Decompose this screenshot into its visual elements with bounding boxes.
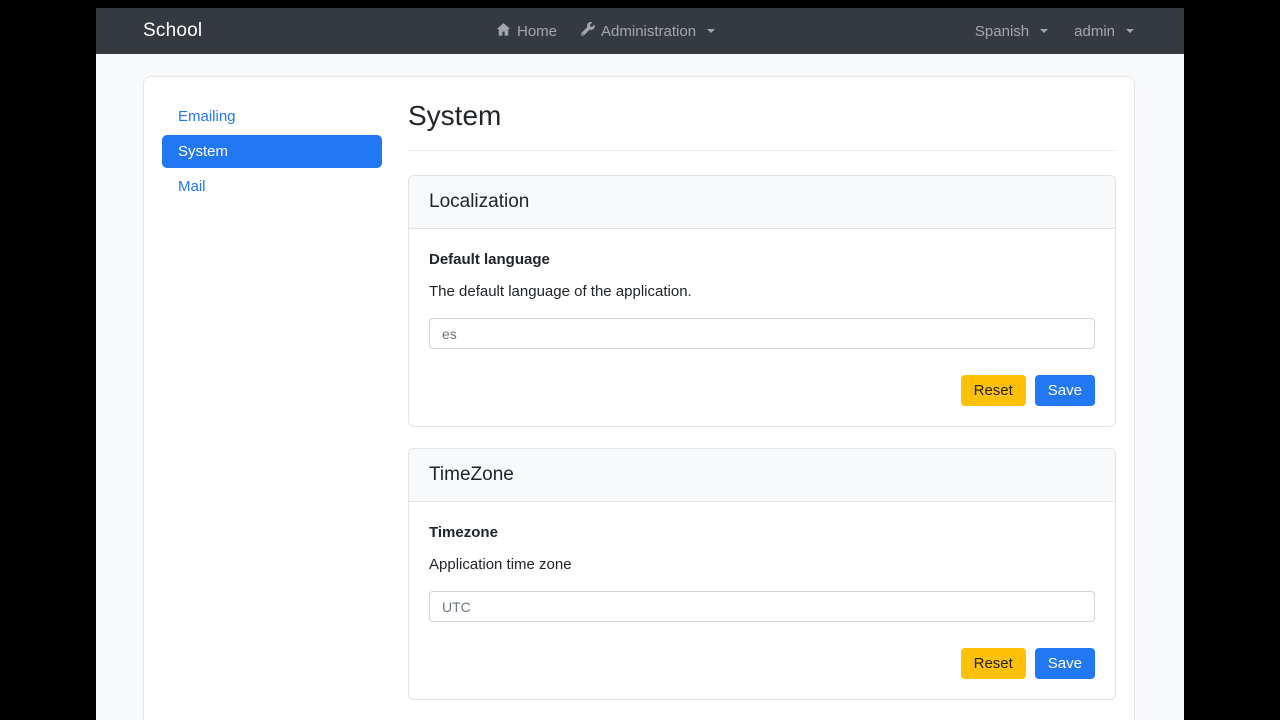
sidebar-item-emailing[interactable]: Emailing — [162, 100, 382, 133]
chevron-down-icon — [707, 29, 716, 33]
nav-home-label: Home — [517, 22, 558, 40]
reset-button[interactable]: Reset — [960, 375, 1026, 406]
navbar-right: Spanish admin — [975, 8, 1134, 54]
localization-actions: Reset Save — [429, 375, 1095, 406]
nav-administration-label: Administration — [601, 22, 697, 40]
chevron-down-icon — [1040, 29, 1049, 33]
language-dropdown[interactable]: Spanish — [974, 22, 1049, 40]
localization-card-header: Localization — [409, 176, 1115, 229]
default-language-description: The default language of the application. — [429, 283, 692, 300]
brand-link[interactable]: School — [143, 20, 202, 42]
nav-administration-dropdown[interactable]: Administration — [581, 22, 716, 40]
nav-home-link[interactable]: Home — [496, 22, 557, 41]
browser-viewport: School Home Administration Spanish admin… — [96, 8, 1184, 720]
sidebar-item-mail[interactable]: Mail — [162, 170, 382, 203]
timezone-description: Application time zone — [429, 556, 572, 573]
page-title: System — [408, 100, 502, 131]
home-icon — [496, 22, 511, 41]
timezone-input[interactable] — [429, 591, 1095, 622]
reset-button[interactable]: Reset — [960, 648, 1026, 679]
user-dropdown-label: admin — [1074, 22, 1115, 40]
localization-card-body: Default language The default language of… — [409, 229, 1115, 426]
timezone-label: Timezone — [429, 524, 498, 541]
user-dropdown[interactable]: admin — [1074, 23, 1134, 40]
language-dropdown-label: Spanish — [974, 22, 1030, 40]
top-navbar: School Home Administration Spanish admin — [96, 8, 1184, 54]
sidebar-item-system[interactable]: System — [162, 135, 382, 168]
main-nav: Home Administration — [496, 8, 716, 54]
default-language-input[interactable] — [429, 318, 1095, 349]
title-divider — [408, 150, 1116, 151]
save-button[interactable]: Save — [1034, 648, 1095, 679]
save-button[interactable]: Save — [1034, 375, 1095, 406]
localization-card: Localization Default language The defaul… — [408, 175, 1116, 427]
timezone-actions: Reset Save — [429, 648, 1095, 679]
timezone-card: TimeZone Timezone Application time zone … — [408, 448, 1116, 700]
content-container: Emailing System Mail System Localization… — [143, 76, 1135, 720]
default-language-label: Default language — [429, 251, 550, 268]
timezone-card-body: Timezone Application time zone Reset Sav… — [409, 502, 1115, 699]
settings-main: System Localization Default language The… — [408, 100, 1116, 720]
wrench-icon — [581, 22, 595, 40]
chevron-down-icon — [1126, 29, 1134, 33]
timezone-card-header: TimeZone — [409, 449, 1115, 502]
settings-sidebar: Emailing System Mail — [162, 100, 382, 720]
